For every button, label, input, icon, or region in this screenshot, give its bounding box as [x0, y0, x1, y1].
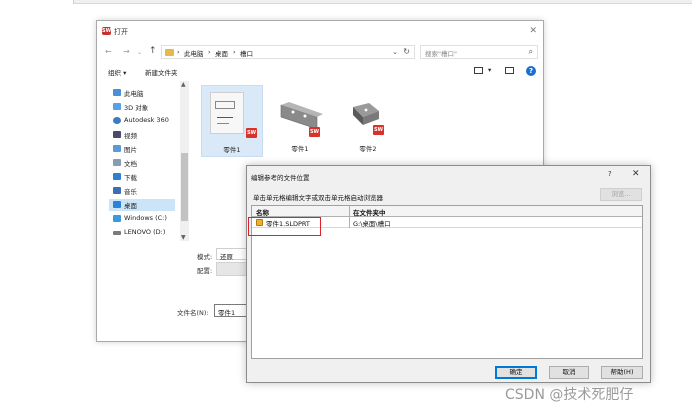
help-button[interactable]: 帮助(H) — [601, 366, 643, 379]
cancel-button[interactable]: 取消 — [549, 366, 589, 379]
cell-folder[interactable]: G:\桌面\槽口 — [353, 218, 391, 228]
file-label: 零件1 — [223, 146, 241, 154]
scroll-down-icon[interactable]: ▼ — [181, 234, 186, 241]
sidebar-item-label: 下载 — [124, 174, 137, 182]
music-icon — [113, 187, 121, 194]
organize-button[interactable]: 组织 ▾ — [108, 67, 126, 77]
drive-icon — [113, 231, 121, 235]
file-item-drawing[interactable]: SW 零件1 — [201, 85, 263, 157]
address-dropdown-icon[interactable]: ⌄ — [392, 48, 398, 56]
cloud-icon — [113, 117, 121, 124]
back-arrow-icon[interactable]: ← — [105, 47, 112, 56]
change-view-icon[interactable] — [474, 67, 483, 74]
close-icon[interactable]: ✕ — [632, 169, 640, 179]
column-header-folder[interactable]: 在文件夹中 — [353, 207, 386, 217]
crumb-separator-icon: › — [177, 48, 180, 56]
crumb-separator-icon: › — [233, 48, 236, 56]
configuration-label: 配置: — [197, 267, 213, 275]
mode-label: 模式: — [197, 253, 213, 261]
sidebar-item-desktop[interactable]: 桌面 — [109, 199, 175, 211]
cube-icon — [113, 103, 121, 110]
preview-pane-icon[interactable] — [505, 67, 514, 74]
breadcrumb-desktop[interactable]: 桌面 — [215, 48, 228, 58]
download-icon — [113, 173, 121, 180]
thumbnail-shape — [217, 117, 233, 118]
scroll-up-icon[interactable]: ▲ — [181, 81, 186, 88]
filename-value: 零件1 — [218, 309, 236, 317]
sidebar-item-label: 文档 — [124, 160, 137, 168]
sidebar-item-label: 桌面 — [124, 202, 137, 210]
command-bar: 组织 ▾ 新建文件夹 ▾ ? — [97, 65, 543, 79]
sidebar-item-label: 此电脑 — [124, 90, 144, 98]
document-icon — [113, 159, 121, 166]
sidebar-item-label: Windows (C:) — [124, 214, 167, 222]
file-label: 零件2 — [359, 145, 377, 153]
references-dialog-title: 编辑参考的文件位置 — [251, 174, 310, 182]
sidebar-item-label: Autodesk 360 — [124, 116, 169, 124]
navigation-bar: ← → ⌄ ↑ › 此电脑 › 桌面 › 槽口 ⌄ ↻ 搜索"槽口" ⌕ — [97, 43, 543, 61]
crumb-separator-icon: › — [208, 48, 211, 56]
scrollbar-thumb[interactable] — [181, 153, 188, 221]
search-icon: ⌕ — [528, 47, 533, 56]
open-dialog-titlebar: SW 打开 ✕ — [97, 21, 543, 41]
solidworks-icon: SW — [309, 127, 320, 137]
sidebar-item-label: 3D 对象 — [124, 104, 149, 112]
computer-icon — [113, 89, 121, 96]
breadcrumb-folder[interactable]: 槽口 — [240, 48, 253, 58]
navigation-pane: 此电脑 3D 对象 Autodesk 360 视频 图片 文档 下载 音乐 桌面… — [107, 81, 191, 241]
video-icon — [113, 131, 121, 138]
address-bar[interactable]: › 此电脑 › 桌面 › 槽口 ⌄ ↻ — [161, 45, 415, 59]
sidebar-item-label: LENOVO (D:) — [124, 228, 166, 236]
column-header-name[interactable]: 名称 — [256, 207, 269, 217]
help-icon[interactable]: ? — [608, 170, 612, 178]
mode-value: 还原 — [220, 253, 233, 261]
search-placeholder: 搜索"槽口" — [425, 50, 457, 58]
folder-icon — [165, 49, 174, 56]
file-label: 零件1 — [291, 145, 309, 153]
table-header: 名称 在文件夹中 — [252, 206, 642, 217]
desktop-icon — [113, 201, 121, 208]
solidworks-app-icon: SW — [102, 27, 112, 35]
browse-button[interactable]: 浏览... — [600, 188, 642, 201]
recent-chevron-icon[interactable]: ⌄ — [137, 49, 142, 56]
open-dialog-title: 打开 — [114, 28, 128, 36]
ok-button[interactable]: 确定 — [495, 366, 537, 379]
sidebar-item-label: 视频 — [124, 132, 137, 140]
solidworks-icon: SW — [246, 128, 257, 138]
close-icon[interactable]: ✕ — [529, 26, 537, 36]
thumbnail-shape — [215, 101, 235, 109]
search-input[interactable]: 搜索"槽口" ⌕ — [420, 45, 538, 59]
view-dropdown-icon[interactable]: ▾ — [488, 66, 491, 74]
up-arrow-icon[interactable]: ↑ — [149, 46, 157, 56]
sidebar-item-label: 音乐 — [124, 188, 137, 196]
background-window-strip — [0, 0, 692, 4]
thumbnail-shape — [217, 123, 229, 124]
drive-icon — [113, 215, 121, 222]
file-item-part1[interactable]: SW 零件1 — [269, 85, 331, 157]
solidworks-icon: SW — [373, 125, 384, 135]
instruction-text: 单击单元格编辑文字或双击单元格启动浏览器 — [253, 194, 383, 202]
picture-icon — [113, 145, 121, 152]
help-icon[interactable]: ? — [526, 66, 536, 76]
column-divider — [349, 206, 350, 228]
navigation-scrollbar[interactable]: ▲ ▼ — [180, 81, 189, 241]
new-folder-button[interactable]: 新建文件夹 — [145, 67, 178, 77]
edit-references-dialog: 编辑参考的文件位置 ? ✕ 单击单元格编辑文字或双击单元格启动浏览器 浏览...… — [246, 165, 651, 383]
file-item-part2[interactable]: SW 零件2 — [337, 85, 399, 157]
breadcrumb-pc[interactable]: 此电脑 — [184, 48, 204, 58]
background-window-tab — [0, 0, 74, 4]
refresh-icon[interactable]: ↻ — [403, 47, 410, 56]
watermark: CSDN @技术死肥仔 — [505, 387, 634, 403]
drawing-thumbnail — [210, 92, 244, 134]
sidebar-item-label: 图片 — [124, 146, 137, 154]
highlight-annotation — [248, 217, 321, 236]
filename-label: 文件名(N): — [177, 309, 209, 317]
forward-arrow-icon[interactable]: → — [123, 47, 130, 56]
